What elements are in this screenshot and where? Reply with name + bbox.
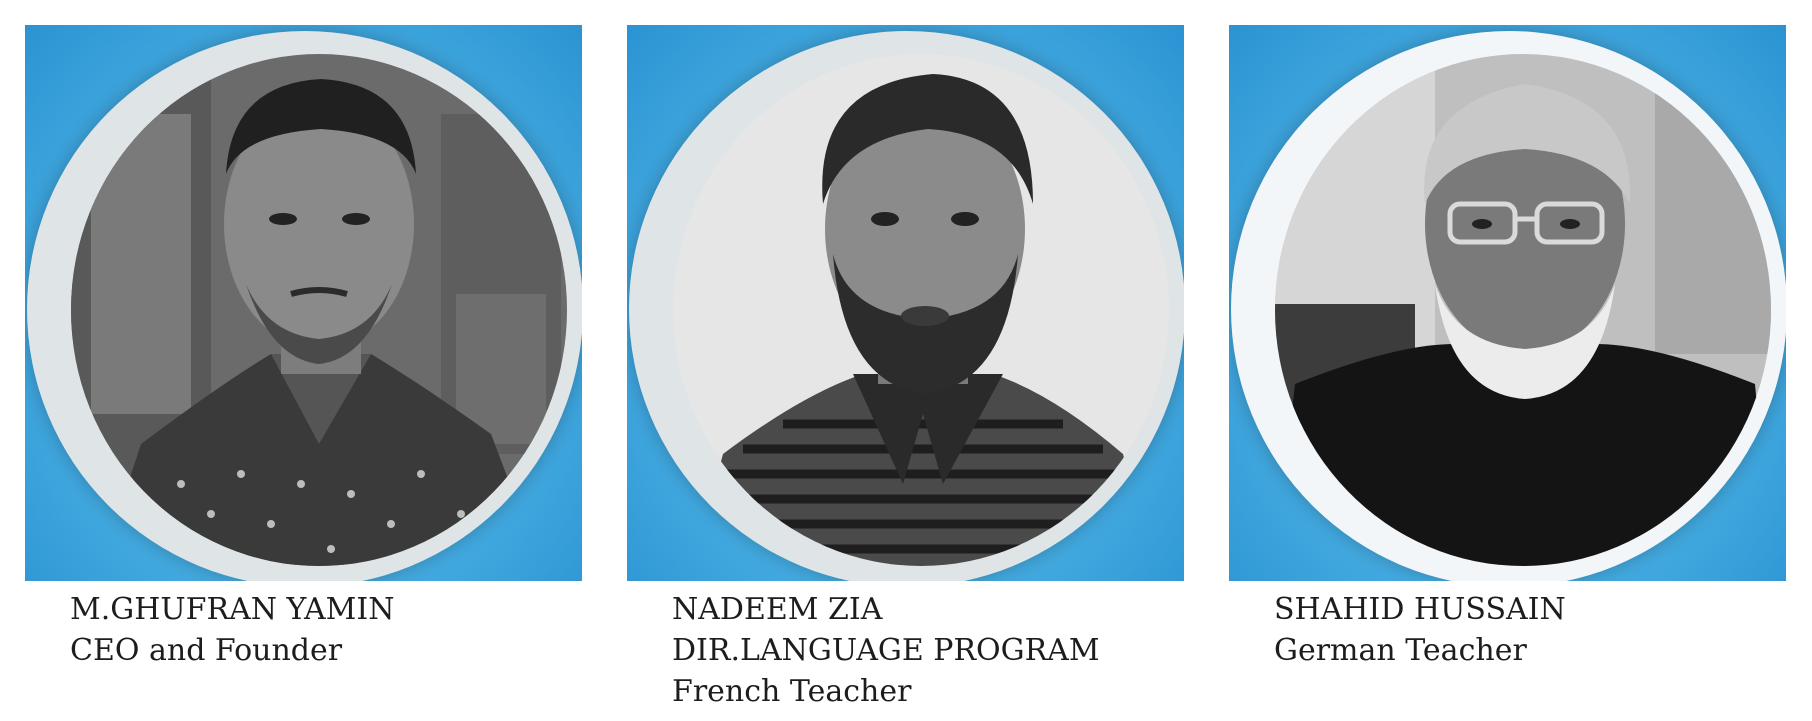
photo-frame bbox=[1229, 25, 1786, 581]
member-role: CEO and Founder bbox=[70, 633, 343, 668]
member-role: German Teacher bbox=[1274, 633, 1527, 668]
person-portrait-icon bbox=[71, 54, 567, 566]
member-caption: SHAHID HUSSAIN German Teacher bbox=[1274, 589, 1786, 671]
member-caption: NADEEM ZIA DIR.LANGUAGE PROGRAM French T… bbox=[672, 589, 1184, 712]
member-role: DIR.LANGUAGE PROGRAM bbox=[672, 633, 1100, 668]
member-name: M.GHUFRAN YAMIN bbox=[70, 592, 395, 627]
person-portrait-icon bbox=[1275, 54, 1771, 566]
photo-frame bbox=[25, 25, 582, 581]
member-role: French Teacher bbox=[672, 674, 912, 709]
photo-frame bbox=[627, 25, 1184, 581]
member-name: NADEEM ZIA bbox=[672, 592, 883, 627]
team-card: SHAHID HUSSAIN German Teacher bbox=[1229, 25, 1786, 671]
person-portrait-icon bbox=[673, 54, 1169, 566]
member-caption: M.GHUFRAN YAMIN CEO and Founder bbox=[70, 589, 582, 671]
member-name: SHAHID HUSSAIN bbox=[1274, 592, 1566, 627]
team-card: M.GHUFRAN YAMIN CEO and Founder bbox=[25, 25, 582, 671]
team-card: NADEEM ZIA DIR.LANGUAGE PROGRAM French T… bbox=[627, 25, 1184, 712]
team-grid: M.GHUFRAN YAMIN CEO and Founder NADEEM Z… bbox=[0, 0, 1812, 721]
